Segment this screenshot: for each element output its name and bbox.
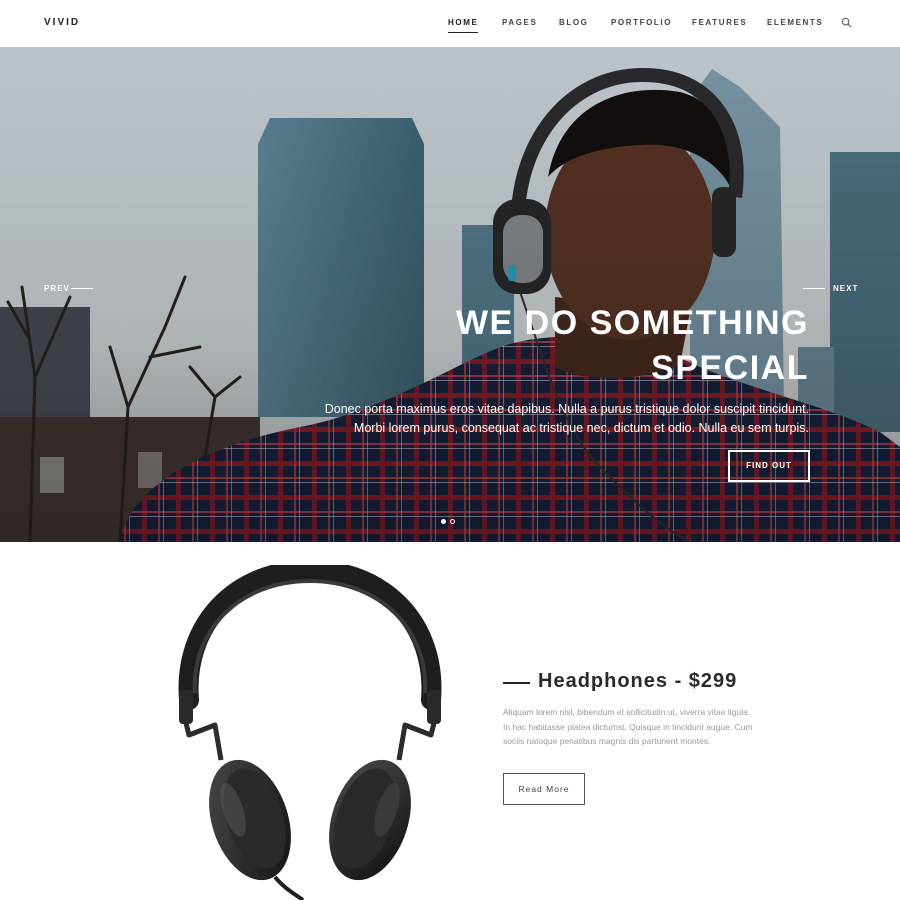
product-title: Headphones - $299: [538, 670, 738, 692]
search-icon[interactable]: [841, 17, 852, 28]
next-arrow-line-icon: [803, 288, 825, 289]
read-more-button[interactable]: Read More: [503, 773, 585, 805]
hero-title-line-1: WE DO SOMETHING: [455, 304, 809, 342]
next-label: NEXT: [833, 284, 859, 293]
slider-prev-button[interactable]: PREV: [44, 284, 93, 293]
prev-arrow-line-icon: [71, 288, 93, 289]
nav-item-blog[interactable]: BLOG: [559, 18, 589, 27]
hero-description-line-2: Morbi lorem purus, consequat ac tristiqu…: [353, 421, 809, 435]
hero-title: WE DO SOMETHING SPECIAL: [349, 301, 809, 391]
product-description: Aliquam lorem nisl, bibendum et sollicit…: [503, 707, 753, 746]
product-title-dash: [503, 682, 530, 684]
nav-item-features[interactable]: FEATURES: [692, 18, 747, 27]
slider-next-button[interactable]: NEXT: [803, 284, 859, 293]
hero-description-line-1: Donec porta maximus eros vitae dapibus. …: [324, 402, 809, 416]
site-header: VIVID HOME PAGES BLOG PORTFOLIO FEATURES…: [0, 0, 900, 47]
hero-description: Donec porta maximus eros vitae dapibus. …: [289, 400, 809, 438]
hero-title-line-2: SPECIAL: [651, 349, 809, 387]
nav-item-elements[interactable]: ELEMENTS: [767, 18, 823, 27]
slider-dot-1[interactable]: [441, 519, 446, 524]
nav-item-pages[interactable]: PAGES: [502, 18, 537, 27]
site-logo[interactable]: VIVID: [44, 17, 80, 28]
find-out-button[interactable]: FIND OUT: [728, 450, 810, 482]
nav-item-portfolio[interactable]: PORTFOLIO: [611, 18, 672, 27]
prev-label: PREV: [44, 284, 70, 293]
nav-item-home[interactable]: HOME: [448, 18, 479, 33]
hero-slider: PREV NEXT WE DO SOMETHING SPECIAL Donec …: [0, 47, 900, 542]
slider-dot-2[interactable]: [450, 519, 455, 524]
headphones-product-image: [178, 565, 442, 900]
